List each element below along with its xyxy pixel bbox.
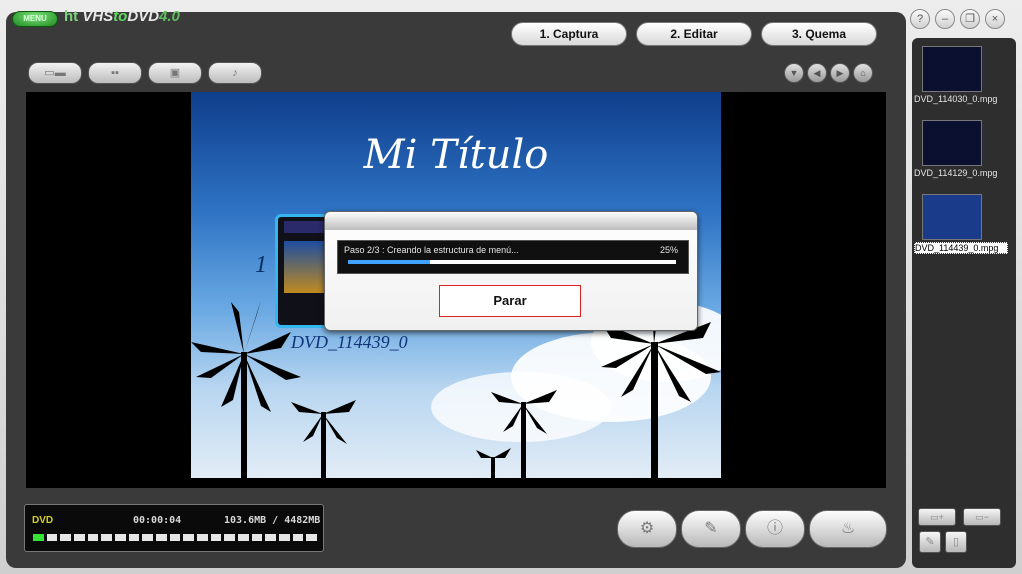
- tab-editar[interactable]: 2. Editar: [636, 22, 752, 46]
- file-list-panel: [912, 38, 1016, 568]
- capacity-segment: [128, 534, 140, 541]
- disc-type-label: DVD: [32, 515, 54, 526]
- disc-info-button[interactable]: ⓘ: [745, 510, 805, 548]
- help-icon[interactable]: ?: [910, 9, 930, 29]
- delete-button[interactable]: ▯: [945, 531, 967, 553]
- app-logo: ht VHStoDVD4.0: [64, 8, 180, 28]
- capacity-segment: [265, 534, 277, 541]
- capacity-segment: [183, 534, 195, 541]
- minimize-icon[interactable]: –: [935, 9, 955, 29]
- menu-item-number: 1: [255, 252, 267, 278]
- capacity-segment: [33, 534, 44, 541]
- capacity-segment: [224, 534, 236, 541]
- capacity-segment: [74, 534, 85, 541]
- nav-next-button[interactable]: ▶: [830, 63, 850, 83]
- burn-icon: ♨: [840, 520, 856, 537]
- info-disc-icon: ⓘ: [766, 520, 783, 537]
- capacity-segment: [292, 534, 304, 541]
- capacity-segment: [46, 534, 58, 541]
- tab-quema[interactable]: 3. Quema: [761, 22, 877, 46]
- file-thumbnail: [922, 46, 982, 92]
- progress-dialog: Paso 2/3 : Creando la estructura de menú…: [324, 211, 698, 331]
- logo-vhs: VHS: [82, 8, 114, 25]
- image-icon: ▣: [169, 67, 181, 79]
- logo-version: 4.0: [159, 8, 180, 25]
- rename-button[interactable]: ✎: [919, 531, 941, 553]
- down-icon: ▼: [789, 68, 799, 78]
- menu-button[interactable]: MENU: [12, 11, 58, 27]
- file-item-selected[interactable]: DVD_114439_0.mpg: [914, 194, 1008, 254]
- layout-grid-button[interactable]: ▪▪: [88, 62, 142, 84]
- tab-captura[interactable]: 1. Captura: [511, 22, 627, 46]
- menu-title: Mi Título: [363, 132, 549, 178]
- capacity-segment: [169, 534, 181, 541]
- settings-icon: ⚙: [639, 520, 655, 537]
- music-button[interactable]: ♪: [208, 62, 262, 84]
- capacity-segment: [115, 534, 126, 541]
- stop-button[interactable]: Parar: [439, 285, 581, 317]
- file-item[interactable]: DVD_114030_0.mpg: [914, 46, 997, 106]
- progress-percent: 25%: [659, 245, 678, 255]
- menu-item-caption: DVD_114439_0: [291, 332, 408, 352]
- music-icon: ♪: [232, 67, 238, 79]
- layout-grid-icon: ▪▪: [111, 67, 119, 79]
- nav-prev-button[interactable]: ◀: [807, 63, 827, 83]
- duration-label: 00:00:04: [133, 515, 182, 526]
- progress-status-text: Paso 2/3 : Creando la estructura de menú…: [344, 245, 519, 255]
- nav-down-button[interactable]: ▼: [784, 63, 804, 83]
- edit-disc-icon: ✎: [704, 520, 718, 537]
- file-name: DVD_114129_0.mpg: [914, 168, 998, 178]
- home-icon: ⌂: [860, 68, 866, 78]
- capacity-segment: [306, 534, 318, 541]
- prev-icon: ◀: [813, 68, 821, 78]
- capacity-segment: [210, 534, 222, 541]
- file-thumbnail: [922, 120, 982, 166]
- capacity-segment: [142, 534, 154, 541]
- logo-ht: ht: [64, 8, 79, 25]
- capacity-segment: [279, 534, 290, 541]
- progress-bar: [348, 260, 676, 264]
- file-thumbnail: [922, 194, 982, 240]
- burn-button[interactable]: ♨: [809, 510, 887, 548]
- restore-icon[interactable]: ❐: [960, 9, 980, 29]
- disc-status-panel: DVD 00:00:04 103.6MB / 4482MB: [24, 504, 324, 552]
- logo-to: to: [113, 8, 128, 25]
- next-icon: ▶: [836, 68, 844, 78]
- progress-panel: Paso 2/3 : Creando la estructura de menú…: [337, 240, 689, 274]
- progress-bar-fill: [348, 260, 430, 264]
- background-image-button[interactable]: ▣: [148, 62, 202, 84]
- add-icon: ▭+: [930, 512, 944, 522]
- close-icon[interactable]: ×: [985, 9, 1005, 29]
- file-item[interactable]: DVD_114129_0.mpg: [914, 120, 997, 180]
- layout-list-button[interactable]: ▭▬: [28, 62, 82, 84]
- capacity-segment: [238, 534, 249, 541]
- capacity-segment: [156, 534, 167, 541]
- layout-list-icon: ▭▬: [44, 67, 66, 79]
- trash-icon: ▯: [952, 536, 960, 548]
- size-label: 103.6MB / 4482MB: [224, 515, 321, 526]
- logo-dvd: DVD: [127, 8, 160, 25]
- capacity-segment: [101, 534, 113, 541]
- capacity-segment: [197, 534, 208, 541]
- settings-button[interactable]: ⚙: [617, 510, 677, 548]
- capacity-segment: [251, 534, 263, 541]
- edit-disc-button[interactable]: ✎: [681, 510, 741, 548]
- file-name: DVD_114439_0.mpg: [914, 242, 1008, 254]
- file-name: DVD_114030_0.mpg: [914, 94, 998, 104]
- add-file-button[interactable]: ▭+: [918, 508, 956, 526]
- capacity-segment: [60, 534, 72, 541]
- remove-file-button[interactable]: ▭−: [963, 508, 1001, 526]
- nav-home-button[interactable]: ⌂: [853, 63, 873, 83]
- capacity-segment: [87, 534, 99, 541]
- dialog-titlebar: [325, 212, 697, 230]
- disc-capacity-meter: [33, 534, 318, 541]
- pencil-icon: ✎: [925, 536, 935, 548]
- remove-icon: ▭−: [975, 512, 989, 522]
